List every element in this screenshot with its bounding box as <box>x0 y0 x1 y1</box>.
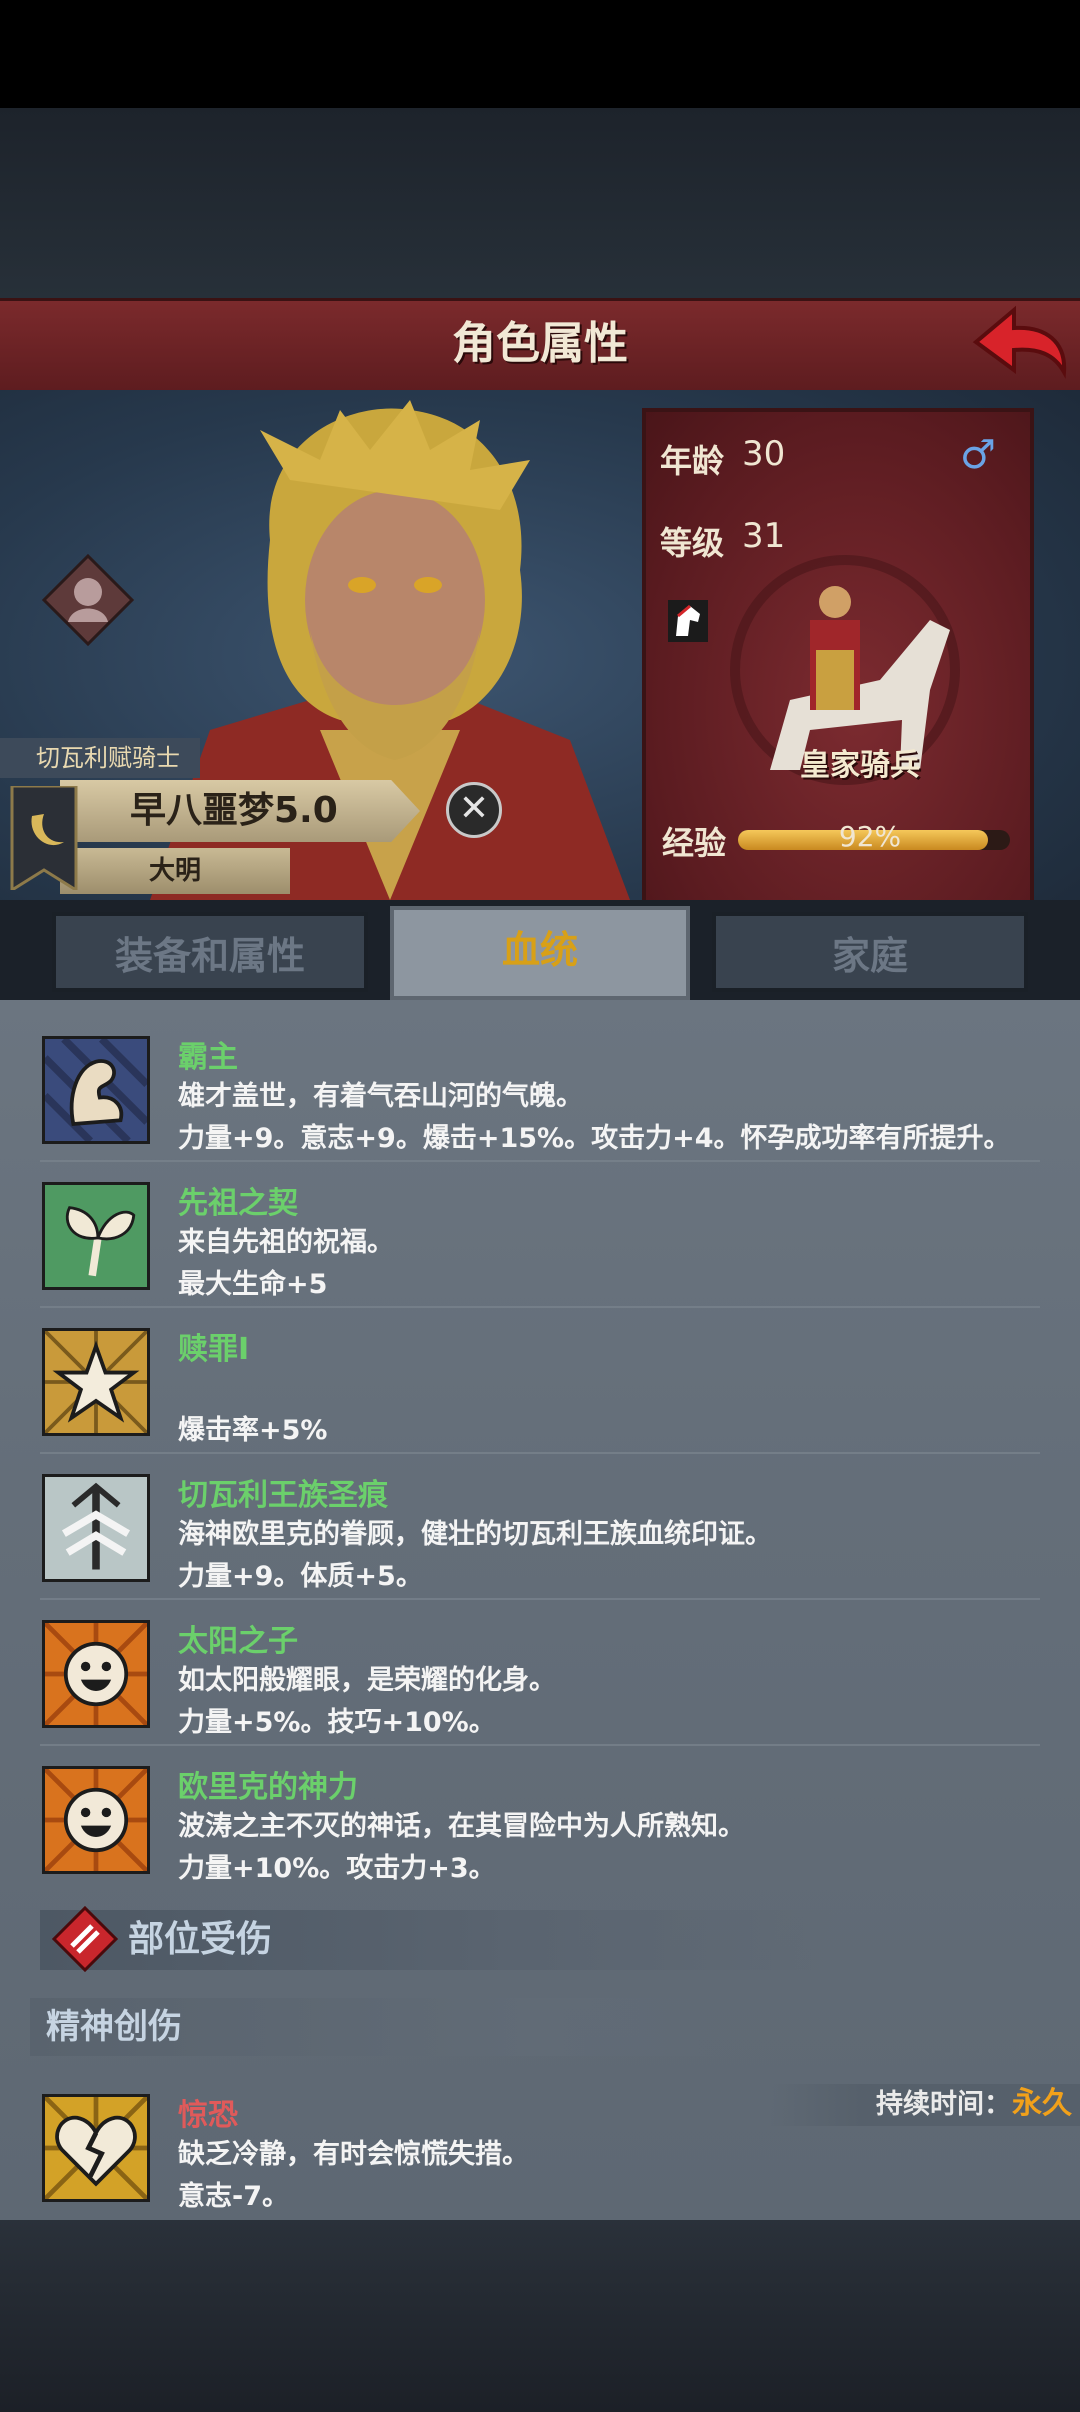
trident-icon <box>42 1474 150 1582</box>
trait-name: 先祖之契 <box>178 1186 298 1221</box>
trauma-row[interactable]: 惊恐 缺乏冷静，有时会惊慌失措。 意志-7。 <box>0 2074 1080 2220</box>
trait-name: 赎罪I <box>178 1332 250 1367</box>
trait-effect: 力量+9。意志+9。爆击+15%。攻击力+4。怀孕成功率有所提升。 <box>178 1123 1011 1154</box>
background-bottom <box>0 2220 1080 2412</box>
background-top <box>0 108 1080 298</box>
trait-description: 来自先祖的祝福。 <box>178 1227 394 1258</box>
tab-equipment[interactable]: 装备和属性 <box>52 912 368 992</box>
character-name[interactable]: 早八噩梦5.0 <box>130 780 410 842</box>
injury-section-title[interactable]: 部位受伤 <box>128 1910 272 1970</box>
xp-percent: 92% <box>838 820 902 853</box>
trait-row[interactable]: 霸主 雄才盖世，有着气吞山河的气魄。 力量+9。意志+9。爆击+15%。攻击力+… <box>0 1016 1080 1162</box>
trait-row[interactable]: 切瓦利王族圣痕 海神欧里克的眷顾，健壮的切瓦利王族血统印证。 力量+9。体质+5… <box>0 1454 1080 1600</box>
broken-heart-icon <box>42 2094 150 2202</box>
trait-name: 太阳之子 <box>178 1624 298 1659</box>
age-label: 年龄 <box>660 442 725 480</box>
tab-lineage[interactable]: 血统 <box>390 906 690 1000</box>
horse-head-icon[interactable] <box>668 600 708 642</box>
trauma-description: 缺乏冷静，有时会惊慌失措。 <box>178 2139 529 2170</box>
trait-description: 雄才盖世，有着气吞山河的气魄。 <box>178 1081 583 1112</box>
injury-icon <box>52 1906 118 1972</box>
page-title: 角色属性 <box>452 318 628 369</box>
muscle-arm-icon <box>42 1036 150 1144</box>
back-button[interactable] <box>968 302 1072 386</box>
faction-name: 大明 <box>148 856 201 886</box>
male-gender-icon: ♂ <box>960 432 996 478</box>
trait-name: 切瓦利王族圣痕 <box>178 1478 388 1513</box>
smiley-sun-icon <box>42 1766 150 1874</box>
trait-effect: 力量+9。体质+5。 <box>178 1561 423 1592</box>
trait-row[interactable]: 太阳之子 如太阳般耀眼，是荣耀的化身。 力量+5%。技巧+10%。 <box>0 1600 1080 1746</box>
back-arrow-icon <box>972 305 1067 379</box>
status-bar <box>0 0 1080 108</box>
tab-family[interactable]: 家庭 <box>712 912 1028 992</box>
trauma-effect: 意志-7。 <box>178 2181 289 2212</box>
helmet-icon[interactable] <box>40 552 136 648</box>
level-label: 等级 <box>660 524 725 562</box>
xp-label: 经验 <box>662 824 727 862</box>
star-burst-icon <box>42 1328 150 1436</box>
sprout-icon <box>42 1182 150 1290</box>
crest-banner-icon <box>10 786 78 890</box>
trait-effect: 力量+5%。技巧+10%。 <box>178 1707 496 1738</box>
unit-name: 皇家骑兵 <box>800 748 920 783</box>
trait-name: 欧里克的神力 <box>178 1770 358 1805</box>
trait-row[interactable]: 先祖之契 来自先祖的祝福。 最大生命+5 <box>0 1162 1080 1308</box>
trait-effect: 最大生命+5 <box>178 1269 328 1300</box>
trait-row[interactable]: 欧里克的神力 波涛之主不灭的神话，在其冒险中为人所熟知。 力量+10%。攻击力+… <box>0 1746 1080 1892</box>
trait-name: 霸主 <box>178 1040 238 1075</box>
trauma-name: 惊恐 <box>178 2098 238 2133</box>
trait-effect: 爆击率+5% <box>178 1415 328 1446</box>
mental-trauma-title[interactable]: 精神创伤 <box>46 1998 182 2056</box>
character-title-tag: 切瓦利赋骑士 <box>0 738 200 778</box>
trait-description: 海神欧里克的眷顾，健壮的切瓦利王族血统印证。 <box>178 1519 772 1550</box>
trait-row[interactable]: 赎罪I 爆击率+5% <box>0 1308 1080 1454</box>
close-button[interactable]: ✕ <box>446 782 502 838</box>
trait-description: 如太阳般耀眼，是荣耀的化身。 <box>178 1665 556 1696</box>
age-value: 30 <box>742 434 786 474</box>
trait-effect: 力量+10%。攻击力+3。 <box>178 1853 496 1884</box>
smiley-sun-icon <box>42 1620 150 1728</box>
trait-description: 波涛之主不灭的神话，在其冒险中为人所熟知。 <box>178 1811 745 1842</box>
